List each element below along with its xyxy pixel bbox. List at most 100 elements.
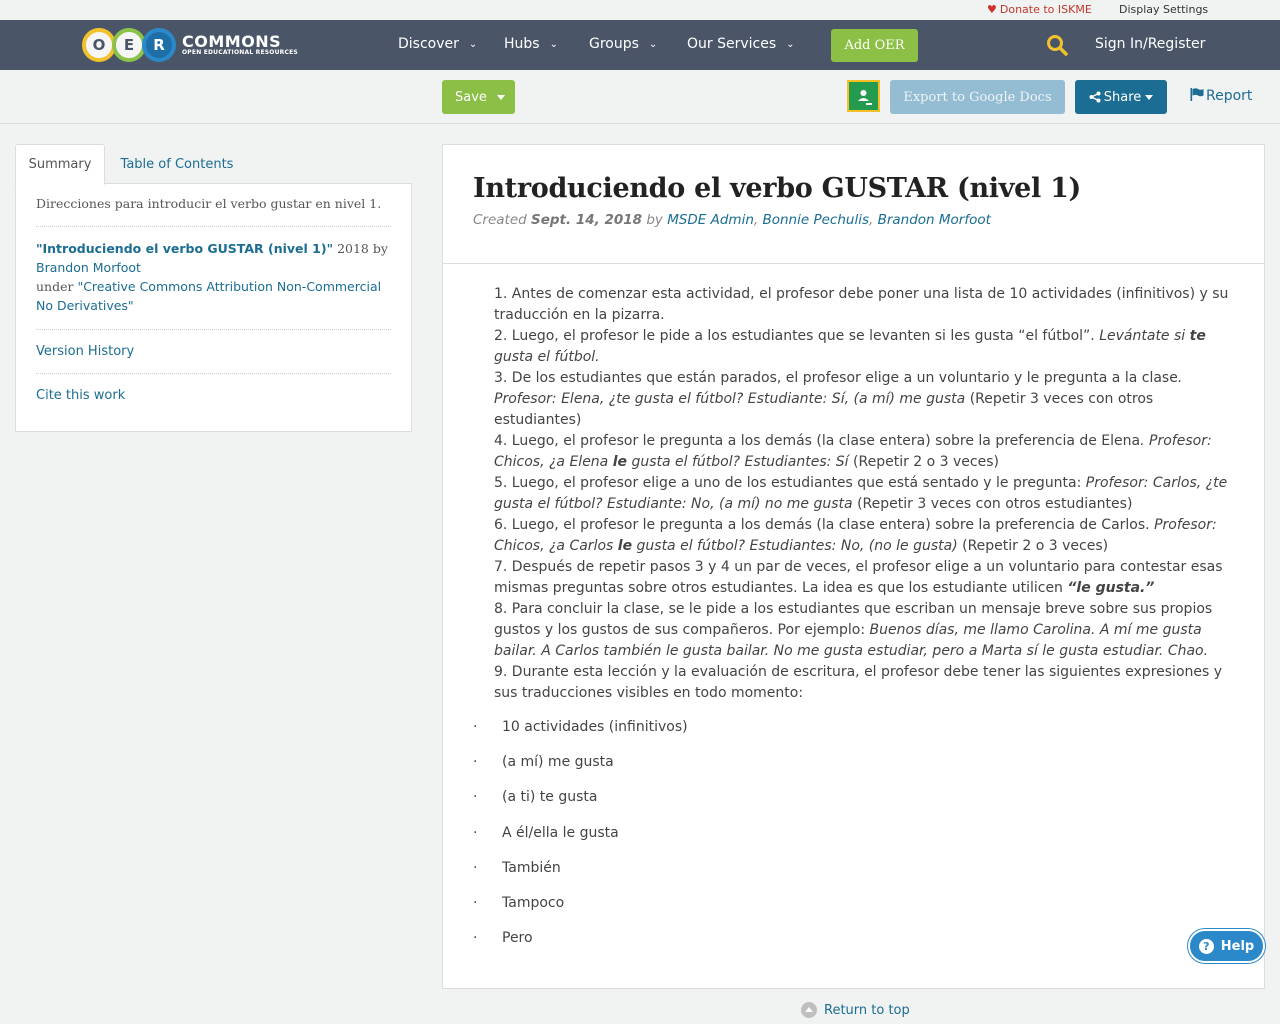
search-icon[interactable] [1045,33,1069,57]
logo-letter-o: O [82,28,116,62]
resource-header: Introduciendo el verbo GUSTAR (nivel 1) … [443,145,1264,264]
step-italic: gusta el fútbol. [494,349,600,365]
list-item-text: A él/ella le gusta [502,824,619,841]
donate-link[interactable]: ♥ Donate to ISKME [987,3,1092,16]
step-bold: le [617,538,633,554]
step-text: 1. Antes de comenzar esta actividad, el … [494,286,1229,323]
bullet-dot: · [473,859,478,876]
created-by: by [642,212,668,228]
author-link[interactable]: Brandon Morfoot [878,212,991,228]
step-item: 3. De los estudiantes que están parados,… [494,368,1234,431]
step-item: 7. Después de repetir pasos 3 y 4 un par… [494,557,1234,599]
created-prefix: Created [473,212,532,228]
caret-down-icon [1145,94,1154,100]
google-classroom-icon[interactable] [847,80,880,112]
resource-description: Direcciones para introducir el verbo gus… [36,196,391,227]
share-button[interactable]: Share [1075,80,1167,114]
list-item: · Pero [473,928,1234,963]
step-item: 2. Luego, el profesor le pide a los estu… [494,326,1234,368]
list-item-text: (a ti) te gusta [502,789,598,806]
step-bold: te [1189,328,1206,344]
tab-table-of-contents[interactable]: Table of Contents [109,144,245,184]
chevron-down-icon: ⌄ [648,39,658,50]
attribution-author-link[interactable]: Brandon Morfoot [36,260,141,275]
chevron-down-icon: ⌄ [549,39,558,50]
step-italic: gusta el fútbol? Estudiantes: No, (no le… [632,538,958,554]
help-button[interactable]: ? Help [1188,929,1265,963]
list-item: · (a ti) te gusta [473,787,1234,822]
step-tail: (Repetir 2 o 3 veces) [957,538,1109,554]
heart-icon: ♥ [987,3,997,16]
chevron-down-icon: ⌄ [468,39,478,50]
help-label: Help [1220,938,1255,954]
step-tail: (Repetir 3 veces con otros estudiantes) [852,496,1133,512]
tab-summary[interactable]: Summary [15,144,105,185]
save-button[interactable]: Save [442,80,515,114]
nav-hubs-label: Hubs [504,36,540,52]
question-icon: ? [1198,938,1214,954]
logo-text: COMMONS OPEN EDUCATIONAL RESOURCES [182,34,298,56]
step-item: 5. Luego, el profesor elige a uno de los… [494,473,1234,515]
nav-discover[interactable]: Discover ⌄ [398,36,477,52]
list-item-text: (a mí) me gusta [502,754,614,771]
oer-commons-logo[interactable]: O E R COMMONS OPEN EDUCATIONAL RESOURCES [82,27,298,63]
resource-sidebar: Summary Table of Contents Direcciones pa… [15,144,412,432]
step-item: 9. Durante esta lección y la evaluación … [494,662,1234,704]
bullet-dot: · [473,789,478,806]
author-link[interactable]: MSDE Admin [667,212,754,228]
arrow-up-icon [801,1002,817,1018]
return-to-top-link[interactable]: Return to top [801,1002,910,1018]
sign-in-register-link[interactable]: Sign In/Register [1095,36,1205,52]
logo-letter-e: E [112,28,146,62]
list-item: · También [473,858,1234,893]
list-item-text: Tampoco [502,894,565,911]
nav-our-services-label: Our Services [687,36,777,52]
sidebar-tabs: Summary Table of Contents [15,144,412,185]
logo-letter-r: R [142,28,176,62]
cite-this-work-link[interactable]: Cite this work [36,374,391,417]
license-link[interactable]: "Creative Commons Attribution Non-Commer… [36,279,381,313]
resource-body: 1. Antes de comenzar esta actividad, el … [443,264,1264,963]
nav-groups-label: Groups [589,36,639,52]
display-settings-link[interactable]: Display Settings [1119,3,1208,16]
step-text: 5. Luego, el profesor elige a uno de los… [494,475,1086,491]
author-link[interactable]: Bonnie Pechulis [762,212,869,228]
report-link[interactable]: Report [1190,88,1252,104]
list-item-text: También [502,859,561,876]
step-bold: le [612,454,628,470]
resource-content: Introduciendo el verbo GUSTAR (nivel 1) … [442,144,1265,989]
chevron-down-icon: ⌄ [786,39,795,50]
step-italic: Levántate si [1099,328,1190,344]
list-item: · A él/ella le gusta [473,823,1234,858]
logo-subtitle: OPEN EDUCATIONAL RESOURCES [182,49,298,56]
attribution-under: under [36,279,78,294]
nav-discover-label: Discover [398,36,459,52]
export-google-docs-button[interactable]: Export to Google Docs [890,80,1065,114]
nav-hubs[interactable]: Hubs ⌄ [504,36,558,52]
step-item: 1. Antes de comenzar esta actividad, el … [494,284,1234,326]
save-label: Save [455,89,487,105]
list-item-text: 10 actividades (infinitivos) [502,719,688,735]
attribution-title-link[interactable]: "Introduciendo el verbo GUSTAR (nivel 1)… [36,241,333,256]
utility-bar: ♥ Donate to ISKME Display Settings [0,0,1280,20]
return-to-top-label: Return to top [824,1002,910,1018]
add-oer-button[interactable]: Add OER [831,29,918,62]
step-item: 4. Luego, el profesor le pregunta a los … [494,431,1234,473]
nav-our-services[interactable]: Our Services ⌄ [687,36,795,52]
step-item: 8. Para concluir la clase, se le pide a … [494,599,1234,662]
version-history-link[interactable]: Version History [36,330,391,374]
share-icon [1089,91,1101,103]
bullet-dot: · [473,930,478,947]
main-navbar: O E R COMMONS OPEN EDUCATIONAL RESOURCES… [0,20,1280,70]
caret-down-icon [496,94,505,100]
created-meta: Created Sept. 14, 2018 by MSDE Admin, Bo… [473,212,991,228]
attribution-year: 2018 by [333,241,388,256]
nav-groups[interactable]: Groups ⌄ [589,36,657,52]
list-item: · 10 actividades (infinitivos) [473,717,1234,752]
list-item-text: Pero [502,930,533,947]
bullet-dot: · [473,894,478,911]
step-bold-italic: “le gusta.” [1067,580,1155,596]
bullet-dot: · [473,824,478,841]
classroom-board [849,82,878,110]
step-item: 6. Luego, el profesor le pregunta a los … [494,515,1234,557]
